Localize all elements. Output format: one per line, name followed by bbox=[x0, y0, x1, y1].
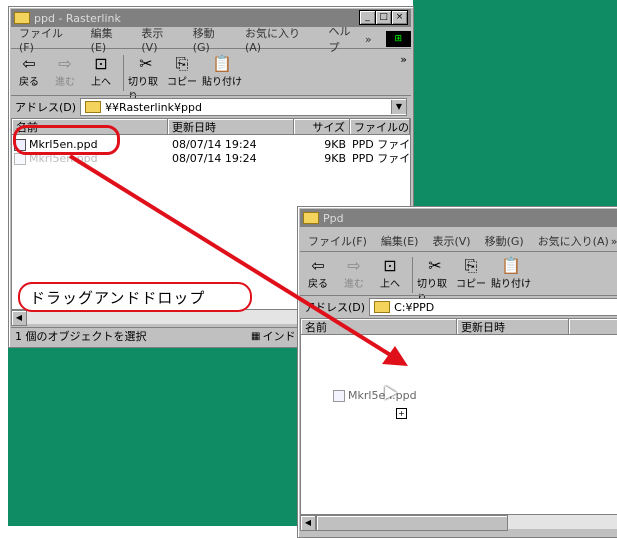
menu-view[interactable]: 表示(V) bbox=[141, 25, 178, 54]
toolbar: ⇦戻る ⇨進む ⊡上へ ✂切り取り ⎘コピー 📋貼り付け » bbox=[11, 51, 411, 103]
menu-more-chevron[interactable]: » bbox=[365, 33, 372, 46]
window-title: Ppd bbox=[323, 211, 344, 225]
column-extra[interactable] bbox=[569, 319, 617, 334]
back-arrow-icon: ⇦ bbox=[22, 54, 36, 73]
up-button[interactable]: ⊡ 上へ bbox=[372, 253, 408, 291]
menu-more-chevron[interactable]: » bbox=[611, 235, 617, 248]
up-folder-icon: ⊡ bbox=[94, 54, 108, 73]
network-icon: ▦ bbox=[251, 330, 261, 342]
column-modified[interactable]: 更新日時 bbox=[168, 119, 294, 134]
windows-logo-icon: ⊞ bbox=[385, 31, 411, 47]
address-bar: アドレス(D) C:¥PPD bbox=[300, 295, 617, 319]
paste-button[interactable]: 📋 貼り付け bbox=[200, 51, 244, 89]
scroll-thumb[interactable] bbox=[316, 515, 508, 531]
folder-icon bbox=[85, 101, 102, 113]
horizontal-scrollbar[interactable]: ◀ bbox=[300, 514, 617, 531]
paste-icon: 📋 bbox=[212, 54, 232, 73]
copy-icon: ⎘ bbox=[175, 54, 189, 73]
menu-go[interactable]: 移動(G) bbox=[485, 233, 524, 249]
column-size[interactable]: サイズ bbox=[294, 119, 350, 134]
forward-arrow-icon: ⇨ bbox=[58, 54, 72, 73]
menu-favorites[interactable]: お気に入り(A) bbox=[538, 233, 609, 249]
back-button[interactable]: ⇦ 戻る bbox=[11, 51, 47, 89]
close-button[interactable]: × bbox=[391, 10, 408, 25]
scroll-left-icon[interactable]: ◀ bbox=[300, 515, 316, 531]
forward-button[interactable]: ⇨ 進む bbox=[47, 51, 83, 89]
forward-button[interactable]: ⇨ 進む bbox=[336, 253, 372, 291]
up-folder-icon: ⊡ bbox=[383, 256, 397, 275]
maximize-button[interactable]: □ bbox=[375, 10, 392, 25]
drag-and-drop-callout: ドラッグアンドドロップ bbox=[18, 282, 252, 312]
menu-bar: ファイル(F) 編集(E) 表示(V) 移動(G) お気に入り(A) ヘルプ »… bbox=[11, 25, 411, 54]
scissors-icon: ✂ bbox=[139, 54, 153, 73]
status-zone: インド bbox=[262, 330, 296, 343]
dragged-file-ghost: Mkrl5en.ppd bbox=[331, 389, 417, 402]
address-label: アドレス(D) bbox=[304, 301, 366, 314]
menu-file[interactable]: ファイル(F) bbox=[308, 233, 367, 249]
window-title: ppd - Rasterlink bbox=[34, 11, 121, 25]
paste-icon: 📋 bbox=[501, 256, 521, 275]
callout-label: ドラッグアンドドロップ bbox=[30, 288, 206, 307]
toolbar-separator bbox=[123, 55, 124, 91]
up-button[interactable]: ⊡ 上へ bbox=[83, 51, 119, 89]
copy-button[interactable]: ⎘ コピー bbox=[453, 253, 489, 291]
copy-icon: ⎘ bbox=[464, 256, 478, 275]
copy-plus-icon: + bbox=[396, 408, 407, 419]
copy-button[interactable]: ⎘ コピー bbox=[164, 51, 200, 89]
scissors-icon: ✂ bbox=[428, 256, 442, 275]
folder-icon bbox=[14, 12, 30, 24]
list-header: 名前 更新日時 bbox=[301, 319, 617, 335]
file-list[interactable]: 名前 更新日時 Mkrl5en.ppd + bbox=[300, 318, 617, 516]
address-value: ¥¥Rasterlink¥ppd bbox=[105, 100, 202, 114]
menu-bar: ファイル(F) 編集(E) 表示(V) 移動(G) お気に入り(A) » bbox=[300, 231, 617, 252]
address-value: C:¥PPD bbox=[394, 300, 435, 314]
toolbar: ⇦戻る ⇨進む ⊡上へ ✂切り取り ⎘コピー 📋貼り付け bbox=[300, 253, 617, 306]
toolbar-more-chevron[interactable]: » bbox=[400, 53, 407, 66]
column-modified[interactable]: 更新日時 bbox=[457, 319, 569, 334]
address-dropdown-icon[interactable]: ▼ bbox=[391, 100, 406, 114]
title-bar[interactable]: Ppd bbox=[300, 209, 617, 227]
back-button[interactable]: ⇦ 戻る bbox=[300, 253, 336, 291]
menu-go[interactable]: 移動(G) bbox=[193, 25, 231, 54]
paste-button[interactable]: 📋 貼り付け bbox=[489, 253, 533, 291]
address-label: アドレス(D) bbox=[15, 101, 77, 114]
menu-edit[interactable]: 編集(E) bbox=[91, 25, 128, 54]
scroll-left-icon[interactable]: ◀ bbox=[11, 310, 27, 326]
address-input[interactable]: ¥¥Rasterlink¥ppd ▼ bbox=[80, 98, 407, 116]
folder-icon bbox=[374, 301, 391, 313]
address-input[interactable]: C:¥PPD bbox=[369, 298, 617, 316]
ppd-file-icon bbox=[333, 390, 345, 402]
source-file-highlight bbox=[13, 125, 120, 155]
minimize-button[interactable]: _ bbox=[359, 10, 376, 25]
menu-favorites[interactable]: お気に入り(A) bbox=[245, 25, 315, 54]
menu-edit[interactable]: 編集(E) bbox=[381, 233, 419, 249]
toolbar-separator bbox=[412, 257, 413, 293]
address-bar: アドレス(D) ¥¥Rasterlink¥ppd ▼ bbox=[11, 95, 411, 119]
status-selection: 1 個のオブジェクトを選択 bbox=[15, 330, 147, 343]
desktop-bottom bbox=[8, 346, 297, 526]
column-type[interactable]: ファイルの種 bbox=[350, 119, 410, 134]
folder-icon bbox=[303, 212, 319, 224]
menu-file[interactable]: ファイル(F) bbox=[19, 25, 77, 54]
forward-arrow-icon: ⇨ bbox=[347, 256, 361, 275]
column-name[interactable]: 名前 bbox=[301, 319, 457, 334]
back-arrow-icon: ⇦ bbox=[311, 256, 325, 275]
explorer-window-ppd: Ppd ファイル(F) 編集(E) 表示(V) 移動(G) お気に入り(A) »… bbox=[297, 206, 617, 538]
menu-view[interactable]: 表示(V) bbox=[432, 233, 470, 249]
desktop-right bbox=[413, 0, 617, 206]
